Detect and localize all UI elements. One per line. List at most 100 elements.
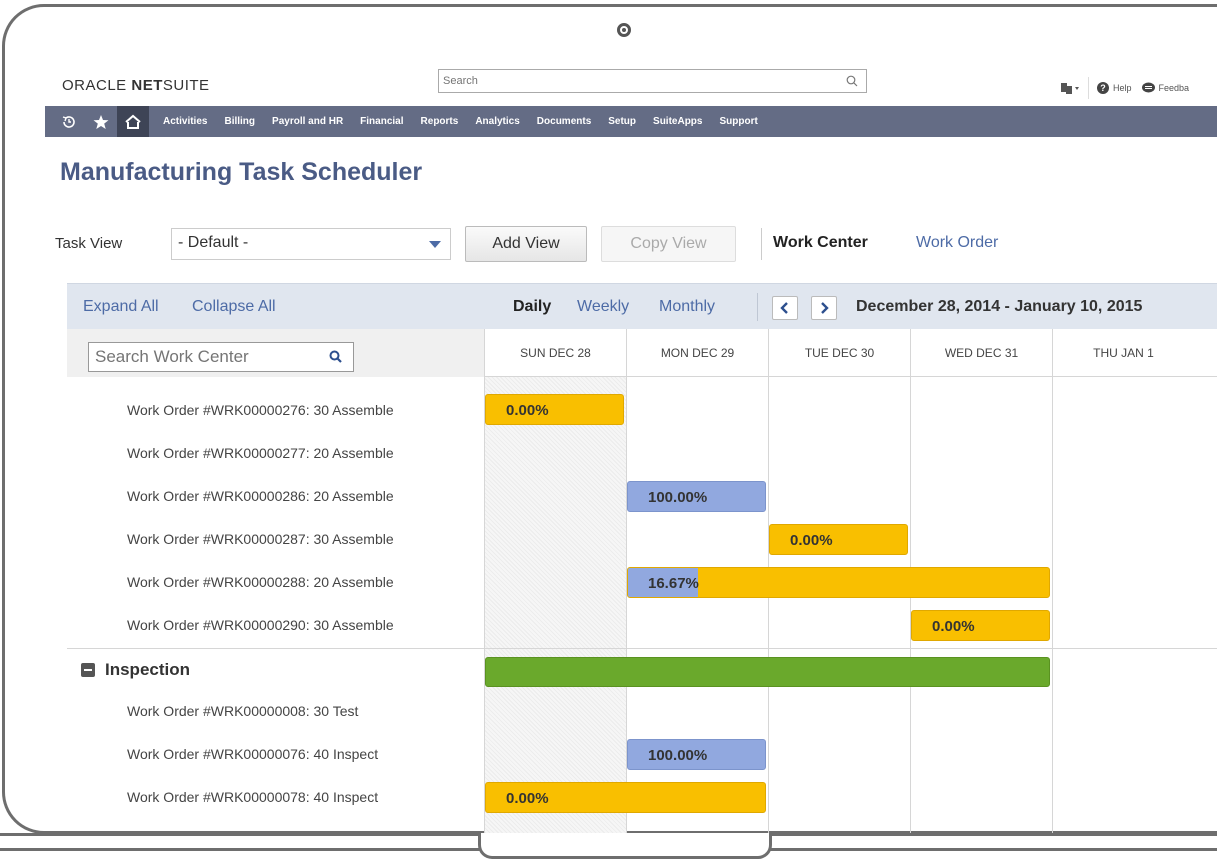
logo[interactable]: ORACLE NETSUITE [62, 77, 210, 94]
main-nav: Activities Billing Payroll and HR Financ… [45, 106, 1217, 137]
view-daily[interactable]: Daily [513, 298, 551, 316]
task-view-label: Task View [55, 235, 123, 252]
group-label: Inspection [105, 660, 191, 679]
view-toolbar: Task View - Default - Add View Copy View… [45, 226, 1217, 266]
day-header: TUE DEC 30 [768, 329, 910, 377]
nav-item-payroll[interactable]: Payroll and HR [272, 116, 343, 127]
logo-brand: ORACLE [62, 77, 127, 94]
day-column [910, 377, 1052, 833]
day-header: THU JAN 1 [1052, 329, 1194, 377]
day-header: MON DEC 29 [626, 329, 768, 377]
star-icon[interactable] [85, 106, 117, 137]
divider [761, 228, 762, 260]
nav-item-setup[interactable]: Setup [608, 116, 636, 127]
task-bar[interactable]: 0.00% [485, 394, 624, 425]
work-center-search-input[interactable] [89, 343, 309, 371]
svg-text:?: ? [1100, 83, 1106, 93]
add-view-button[interactable]: Add View [465, 226, 587, 262]
task-row-label[interactable]: Work Order #WRK00000078: 40 Inspect [127, 789, 378, 805]
nav-item-documents[interactable]: Documents [537, 116, 591, 127]
day-column [1052, 377, 1194, 833]
copy-view-button[interactable]: Copy View [601, 226, 736, 262]
nav-item-activities[interactable]: Activities [163, 116, 207, 127]
task-bar-label: 100.00% [648, 489, 708, 506]
prev-period-button[interactable] [772, 296, 798, 320]
group-divider [67, 648, 1217, 649]
help-button[interactable]: ? Help [1097, 82, 1132, 94]
task-bar[interactable]: 100.00% [627, 739, 766, 770]
scheduler-controls: Expand All Collapse All Daily Weekly Mon… [67, 283, 1217, 329]
group-inspection[interactable]: Inspection [81, 660, 190, 680]
logo-product-bold: NET [131, 77, 163, 94]
feedback-icon [1141, 82, 1155, 93]
camera-icon [617, 23, 631, 37]
divider [757, 293, 758, 321]
recent-records-icon[interactable] [53, 106, 85, 137]
home-icon[interactable] [117, 106, 149, 137]
collapse-minus-icon[interactable] [81, 663, 95, 677]
task-row-label[interactable]: Work Order #WRK00000290: 30 Assemble [127, 617, 394, 633]
nav-item-billing[interactable]: Billing [224, 116, 255, 127]
task-view-select[interactable]: - Default - [171, 228, 451, 260]
task-bar-label: 16.67% [648, 575, 699, 592]
divider [1088, 77, 1089, 99]
day-column [768, 377, 910, 833]
collapse-all-link[interactable]: Collapse All [192, 298, 276, 316]
laptop-notch [478, 833, 772, 859]
tab-work-center[interactable]: Work Center [773, 234, 868, 252]
search-icon[interactable] [329, 350, 342, 368]
expand-all-link[interactable]: Expand All [83, 298, 159, 316]
task-bar[interactable]: 100.00% [627, 481, 766, 512]
top-bar: ORACLE NETSUITE ? Help [45, 50, 1217, 106]
task-bar-label: 0.00% [932, 618, 975, 635]
next-period-button[interactable] [811, 296, 837, 320]
group-summary-bar[interactable] [485, 657, 1050, 687]
work-center-search [88, 342, 354, 372]
task-view-value: - Default - [178, 234, 249, 251]
day-header: WED DEC 31 [910, 329, 1052, 377]
scheduler-header: SUN DEC 28 MON DEC 29 TUE DEC 30 WED DEC… [67, 329, 1217, 377]
resource-header [67, 329, 484, 377]
help-label: Help [1113, 83, 1132, 93]
top-right-icons: ? Help Feedba [1060, 77, 1189, 99]
view-monthly[interactable]: Monthly [659, 298, 715, 316]
task-bar-label: 0.00% [506, 402, 549, 419]
task-bar[interactable]: 0.00% [769, 524, 908, 555]
date-range: December 28, 2014 - January 10, 2015 [856, 298, 1143, 315]
screen: ORACLE NETSUITE ? Help [45, 50, 1217, 833]
nav-item-suiteapps[interactable]: SuiteApps [653, 116, 702, 127]
task-bar-label: 0.00% [506, 790, 549, 807]
day-header: SUN DEC 28 [484, 329, 626, 377]
task-row-label[interactable]: Work Order #WRK00000286: 20 Assemble [127, 488, 394, 504]
nav-item-support[interactable]: Support [719, 116, 757, 127]
dropdown-caret-icon [429, 241, 441, 248]
nav-item-financial[interactable]: Financial [360, 116, 403, 127]
task-row-label[interactable]: Work Order #WRK00000008: 30 Test [127, 703, 358, 719]
help-icon: ? [1097, 82, 1109, 94]
chevron-right-icon [821, 302, 829, 314]
feedback-label: Feedba [1158, 83, 1190, 93]
task-bar-label: 0.00% [790, 532, 833, 549]
task-row-label[interactable]: Work Order #WRK00000287: 30 Assemble [127, 531, 394, 547]
tab-work-order[interactable]: Work Order [916, 234, 998, 252]
global-search [438, 69, 867, 93]
scheduler-grid: Work Order #WRK00000276: 30 Assemble Wor… [67, 377, 1217, 833]
task-row-label[interactable]: Work Order #WRK00000288: 20 Assemble [127, 574, 394, 590]
laptop-frame: ORACLE NETSUITE ? Help [0, 0, 1217, 865]
view-weekly[interactable]: Weekly [577, 298, 629, 316]
feedback-button[interactable]: Feedba [1141, 82, 1190, 94]
logo-product: SUITE [162, 77, 210, 94]
task-row-label[interactable]: Work Order #WRK00000277: 20 Assemble [127, 445, 394, 461]
task-row-label[interactable]: Work Order #WRK00000276: 30 Assemble [127, 402, 394, 418]
search-icon[interactable] [846, 74, 858, 92]
task-row-label[interactable]: Work Order #WRK00000076: 40 Inspect [127, 746, 378, 762]
role-switch-icon[interactable] [1060, 81, 1080, 95]
global-search-input[interactable] [439, 70, 839, 92]
nav-item-analytics[interactable]: Analytics [475, 116, 519, 127]
task-bar[interactable]: 16.67% [627, 567, 1050, 598]
page-title: Manufacturing Task Scheduler [60, 158, 423, 186]
task-bar-label: 100.00% [648, 747, 708, 764]
task-bar[interactable]: 0.00% [485, 782, 766, 813]
nav-item-reports[interactable]: Reports [421, 116, 459, 127]
task-bar[interactable]: 0.00% [911, 610, 1050, 641]
